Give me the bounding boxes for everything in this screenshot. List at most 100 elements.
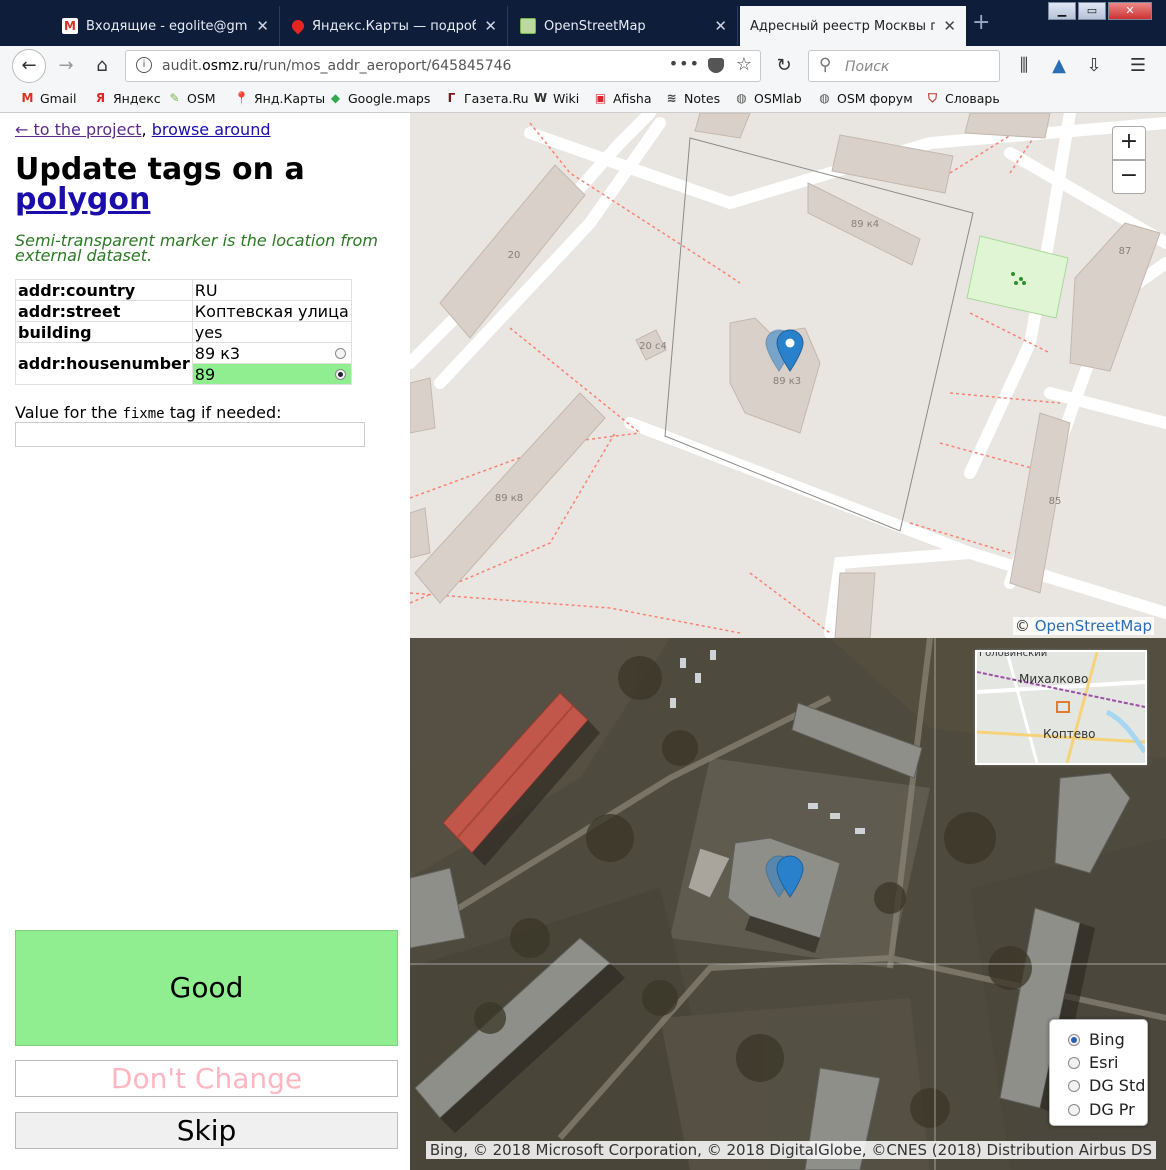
option-value: 89 к3 (194, 343, 241, 363)
layer-label: Esri (1089, 1053, 1119, 1072)
marker-hint: Semi-transparent marker is the location … (15, 231, 378, 265)
osm-attribution: © OpenStreetMap (1012, 617, 1154, 635)
tag-value: RU (191, 279, 352, 301)
bookmark-газета-ru[interactable]: Г Газета.Ru (444, 91, 529, 106)
shield-icon: ⛉ (927, 91, 937, 105)
osm-icon (520, 18, 536, 34)
bookmark-star-icon[interactable]: ☆ (736, 54, 752, 75)
close-window-button[interactable]: ✕ (1108, 2, 1152, 20)
radio-button[interactable] (1068, 1056, 1080, 1069)
bookmark-osmlab[interactable]: ◍ OSMlab (734, 91, 801, 106)
tag-value: yes (191, 321, 352, 343)
url-text[interactable]: audit.osmz.ru/run/mos_addr_aeroport/6458… (162, 58, 511, 74)
google-maps-icon: ◆ (330, 91, 341, 105)
tab-yandex-maps[interactable]: Яндекс.Карты — подробна ✕ (282, 6, 508, 46)
back-to-project-link[interactable]: ← to the project (15, 120, 142, 139)
radio-button[interactable] (1068, 1103, 1080, 1116)
polygon-link[interactable]: polygon (15, 182, 150, 217)
minimap-label-koptevo: Коптево (1043, 727, 1096, 741)
close-icon[interactable]: ✕ (714, 17, 727, 35)
bookmark-afisha[interactable]: ▣ Afisha (593, 91, 652, 106)
bookmark-label: Wiki (553, 91, 580, 106)
close-icon[interactable]: ✕ (256, 17, 269, 35)
osm-map-canvas[interactable]: 20 20 с4 89 к4 89 к3 89 к8 87 85 (410, 113, 1166, 638)
bookmark-словарь[interactable]: ⛉ Словарь (925, 91, 1000, 106)
table-row: addr:street Коптевская улица (15, 300, 352, 322)
library-icon[interactable]: ⫼ (1010, 52, 1038, 80)
info-icon[interactable]: i (136, 57, 152, 73)
zoom-out-button[interactable]: − (1112, 160, 1146, 194)
tab-openstreetmap[interactable]: OpenStreetMap ✕ (510, 6, 738, 46)
label-89k4: 89 к4 (851, 219, 879, 230)
minimize-button[interactable]: ▁ (1048, 2, 1076, 20)
browse-around-link[interactable]: browse around (152, 120, 271, 139)
afisha-icon: ▣ (594, 91, 607, 105)
maximize-button[interactable]: ▭ (1078, 2, 1106, 20)
overview-minimap[interactable]: Головинский Михалково Коптево (975, 650, 1147, 765)
bookmark-label: Google.maps (348, 91, 431, 106)
bookmark-label: Янд.Карты (254, 91, 326, 106)
bookmark-gmail[interactable]: M Gmail (20, 91, 77, 106)
bookmark-notes[interactable]: ≋ Notes (664, 91, 720, 106)
menu-icon[interactable]: ☰ (1124, 52, 1152, 80)
bookmark-янд-карты[interactable]: 📍 Янд.Карты (234, 91, 325, 106)
bookmark-label: Notes (684, 91, 721, 106)
minimap-label-top: Головинский (979, 650, 1048, 659)
radio-button[interactable] (334, 348, 346, 359)
skip-button[interactable]: Skip (15, 1112, 398, 1149)
label-20c4: 20 с4 (639, 341, 667, 352)
good-button[interactable]: Good (15, 930, 398, 1046)
bookmark-яндекс[interactable]: Я Яндекс (93, 91, 161, 106)
layer-option-bing[interactable]: Bing (1068, 1030, 1125, 1049)
tab-address-registry[interactable]: Адресный реестр Москвы по С ✕ (740, 6, 966, 46)
url-bar[interactable]: i audit.osmz.ru/run/mos_addr_aeroport/64… (125, 50, 761, 82)
yandex-maps-icon (289, 17, 307, 35)
housenumber-option-2[interactable]: 89 (191, 363, 352, 385)
layer-option-dg-std[interactable]: DG Std (1068, 1076, 1145, 1095)
tab-label: Адресный реестр Москвы по С (750, 18, 936, 34)
osm-map[interactable]: 20 20 с4 89 к4 89 к3 89 к8 87 85 (410, 113, 1166, 638)
radio-button[interactable] (1068, 1079, 1080, 1092)
search-bar[interactable]: ⚲ Поиск (808, 50, 1000, 82)
layer-option-esri[interactable]: Esri (1068, 1053, 1118, 1072)
pin-icon: 📍 (234, 91, 249, 105)
close-icon[interactable]: ✕ (943, 17, 956, 35)
reload-button[interactable]: ↻ (770, 52, 798, 80)
pocket-icon[interactable] (708, 58, 724, 73)
new-tab-button[interactable]: + (972, 10, 990, 35)
layer-switcher: Bing Esri DG Std DG Pr (1049, 1019, 1148, 1126)
housenumber-option-1[interactable]: 89 к3 (191, 342, 352, 364)
wiki-icon: W (533, 91, 548, 105)
tag-value: Коптевская улица (191, 300, 352, 322)
close-icon[interactable]: ✕ (484, 17, 497, 35)
sync-icon[interactable]: ▲ (1045, 52, 1073, 80)
table-row: addr:housenumber 89 к3 (15, 342, 352, 385)
more-actions-icon[interactable]: ••• (669, 54, 700, 73)
bookmark-osm-форум[interactable]: ◍ OSM форум (817, 91, 912, 106)
home-button[interactable]: ⌂ (88, 52, 116, 80)
fixme-input[interactable] (15, 422, 365, 447)
bookmark-label: Словарь (945, 91, 1000, 106)
rss-icon: ≋ (666, 91, 677, 105)
task-panel: ← to the project, browse around Update t… (0, 113, 410, 1170)
layer-option-dg-pr[interactable]: DG Pr (1068, 1100, 1135, 1119)
bookmark-osm[interactable]: ✎ OSM (167, 91, 216, 106)
bookmark-google-maps[interactable]: ◆ Google.maps (328, 91, 430, 106)
radio-button[interactable] (1068, 1033, 1080, 1046)
tag-key: addr:country (15, 279, 193, 301)
tab-gmail[interactable]: M Входящие - egolite@gmail. ✕ (52, 6, 280, 46)
downloads-icon[interactable]: ⇩ (1080, 52, 1108, 80)
layer-label: DG Pr (1089, 1100, 1135, 1119)
back-button[interactable]: ← (12, 49, 46, 83)
dont-change-button[interactable]: Don't Change (15, 1060, 398, 1097)
bookmark-label: Газета.Ru (464, 91, 529, 106)
zoom-in-button[interactable]: + (1112, 126, 1146, 160)
label-89k3: 89 к3 (773, 376, 801, 387)
bookmark-label: OSM (187, 91, 216, 106)
forward-button[interactable]: → (52, 52, 80, 80)
link-separator: , (141, 120, 147, 139)
radio-button[interactable] (334, 369, 346, 380)
yandex-icon: Я (95, 91, 106, 105)
bookmark-wiki[interactable]: W Wiki (533, 91, 579, 106)
openstreetmap-link[interactable]: OpenStreetMap (1035, 617, 1152, 635)
